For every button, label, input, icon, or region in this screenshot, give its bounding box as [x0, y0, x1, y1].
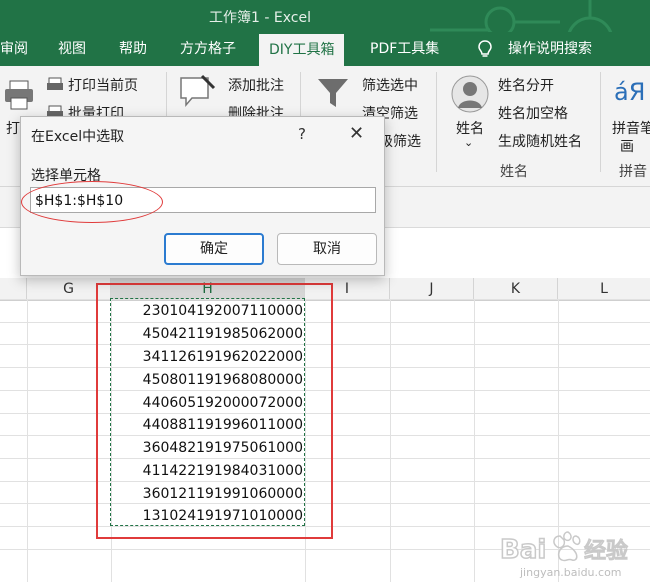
group-label-name: 姓名 [500, 164, 528, 180]
column-gridline [390, 299, 391, 582]
column-gridline [27, 299, 28, 582]
pinyin-stroke-label: 画 [620, 139, 634, 155]
person-icon[interactable] [450, 74, 490, 114]
tab-pdf-tools[interactable]: PDF工具集 [370, 32, 439, 66]
pinyin-icon[interactable]: áЯ [614, 78, 645, 106]
column-header-k[interactable]: K [474, 278, 558, 301]
cancel-button[interactable]: 取消 [277, 233, 377, 265]
tab-review[interactable]: 审阅 [0, 32, 28, 66]
tab-help[interactable]: 帮助 [119, 32, 147, 66]
ribbon-separator [600, 72, 601, 172]
lightbulb-icon [478, 40, 492, 57]
ribbon-separator [436, 72, 437, 172]
printer-icon[interactable] [2, 78, 36, 112]
highlight-box [96, 283, 333, 539]
tab-fangfang[interactable]: 方方格子 [180, 32, 236, 66]
group-label-pinyin: 拼音 [619, 164, 647, 180]
column-header-l[interactable]: L [558, 278, 650, 301]
column-gridline [474, 299, 475, 582]
watermark-brand: Bai [500, 535, 546, 565]
filter-funnel-icon[interactable] [316, 76, 350, 110]
name-button[interactable]: 姓名 [456, 118, 484, 138]
tell-me-search[interactable]: 操作说明搜索 [508, 32, 592, 66]
select-range-dialog: 在Excel中选取 ? ✕ 选择单元格 $H$1:$H$10 确定 取消 [20, 116, 385, 276]
title-bar: 工作簿1 - Excel [0, 0, 650, 64]
add-comment-button[interactable]: 添加批注 [228, 75, 284, 95]
help-button[interactable]: ? [298, 125, 306, 143]
name-split-button[interactable]: 姓名分开 [498, 75, 554, 95]
print-current-page-button[interactable]: 打印当前页 [68, 75, 138, 95]
baidu-watermark-icon: Bai 经验 jingyan.baidu.com [499, 531, 629, 579]
highlight-ellipse [21, 181, 163, 223]
row-header-corner[interactable] [0, 278, 27, 301]
ribbon-tab-bar: 审阅 视图 帮助 方方格子 DIY工具箱 PDF工具集 操作说明搜索 [0, 32, 650, 66]
column-header-j[interactable]: J [390, 278, 474, 301]
tab-view[interactable]: 视图 [58, 32, 86, 66]
comment-icon[interactable] [178, 74, 218, 110]
print-label[interactable]: 打 [6, 118, 20, 138]
ok-button[interactable]: 确定 [164, 233, 264, 265]
dialog-title: 在Excel中选取 [31, 129, 125, 145]
watermark-brand2: 经验 [584, 539, 628, 564]
random-name-button[interactable]: 生成随机姓名 [498, 131, 582, 151]
pinyin-button[interactable]: 拼音笔 [612, 118, 650, 138]
watermark-url: jingyan.baidu.com [519, 566, 622, 579]
advanced-filter-button[interactable]: 级筛选 [379, 131, 421, 151]
chevron-down-icon[interactable]: ⌄ [464, 136, 473, 149]
print-page-icon [47, 77, 63, 90]
name-add-space-button[interactable]: 姓名加空格 [498, 103, 568, 123]
filter-selected-button[interactable]: 筛选选中 [362, 75, 418, 95]
tab-diy-toolbox[interactable]: DIY工具箱 [259, 34, 345, 66]
close-icon[interactable]: ✕ [349, 123, 364, 144]
